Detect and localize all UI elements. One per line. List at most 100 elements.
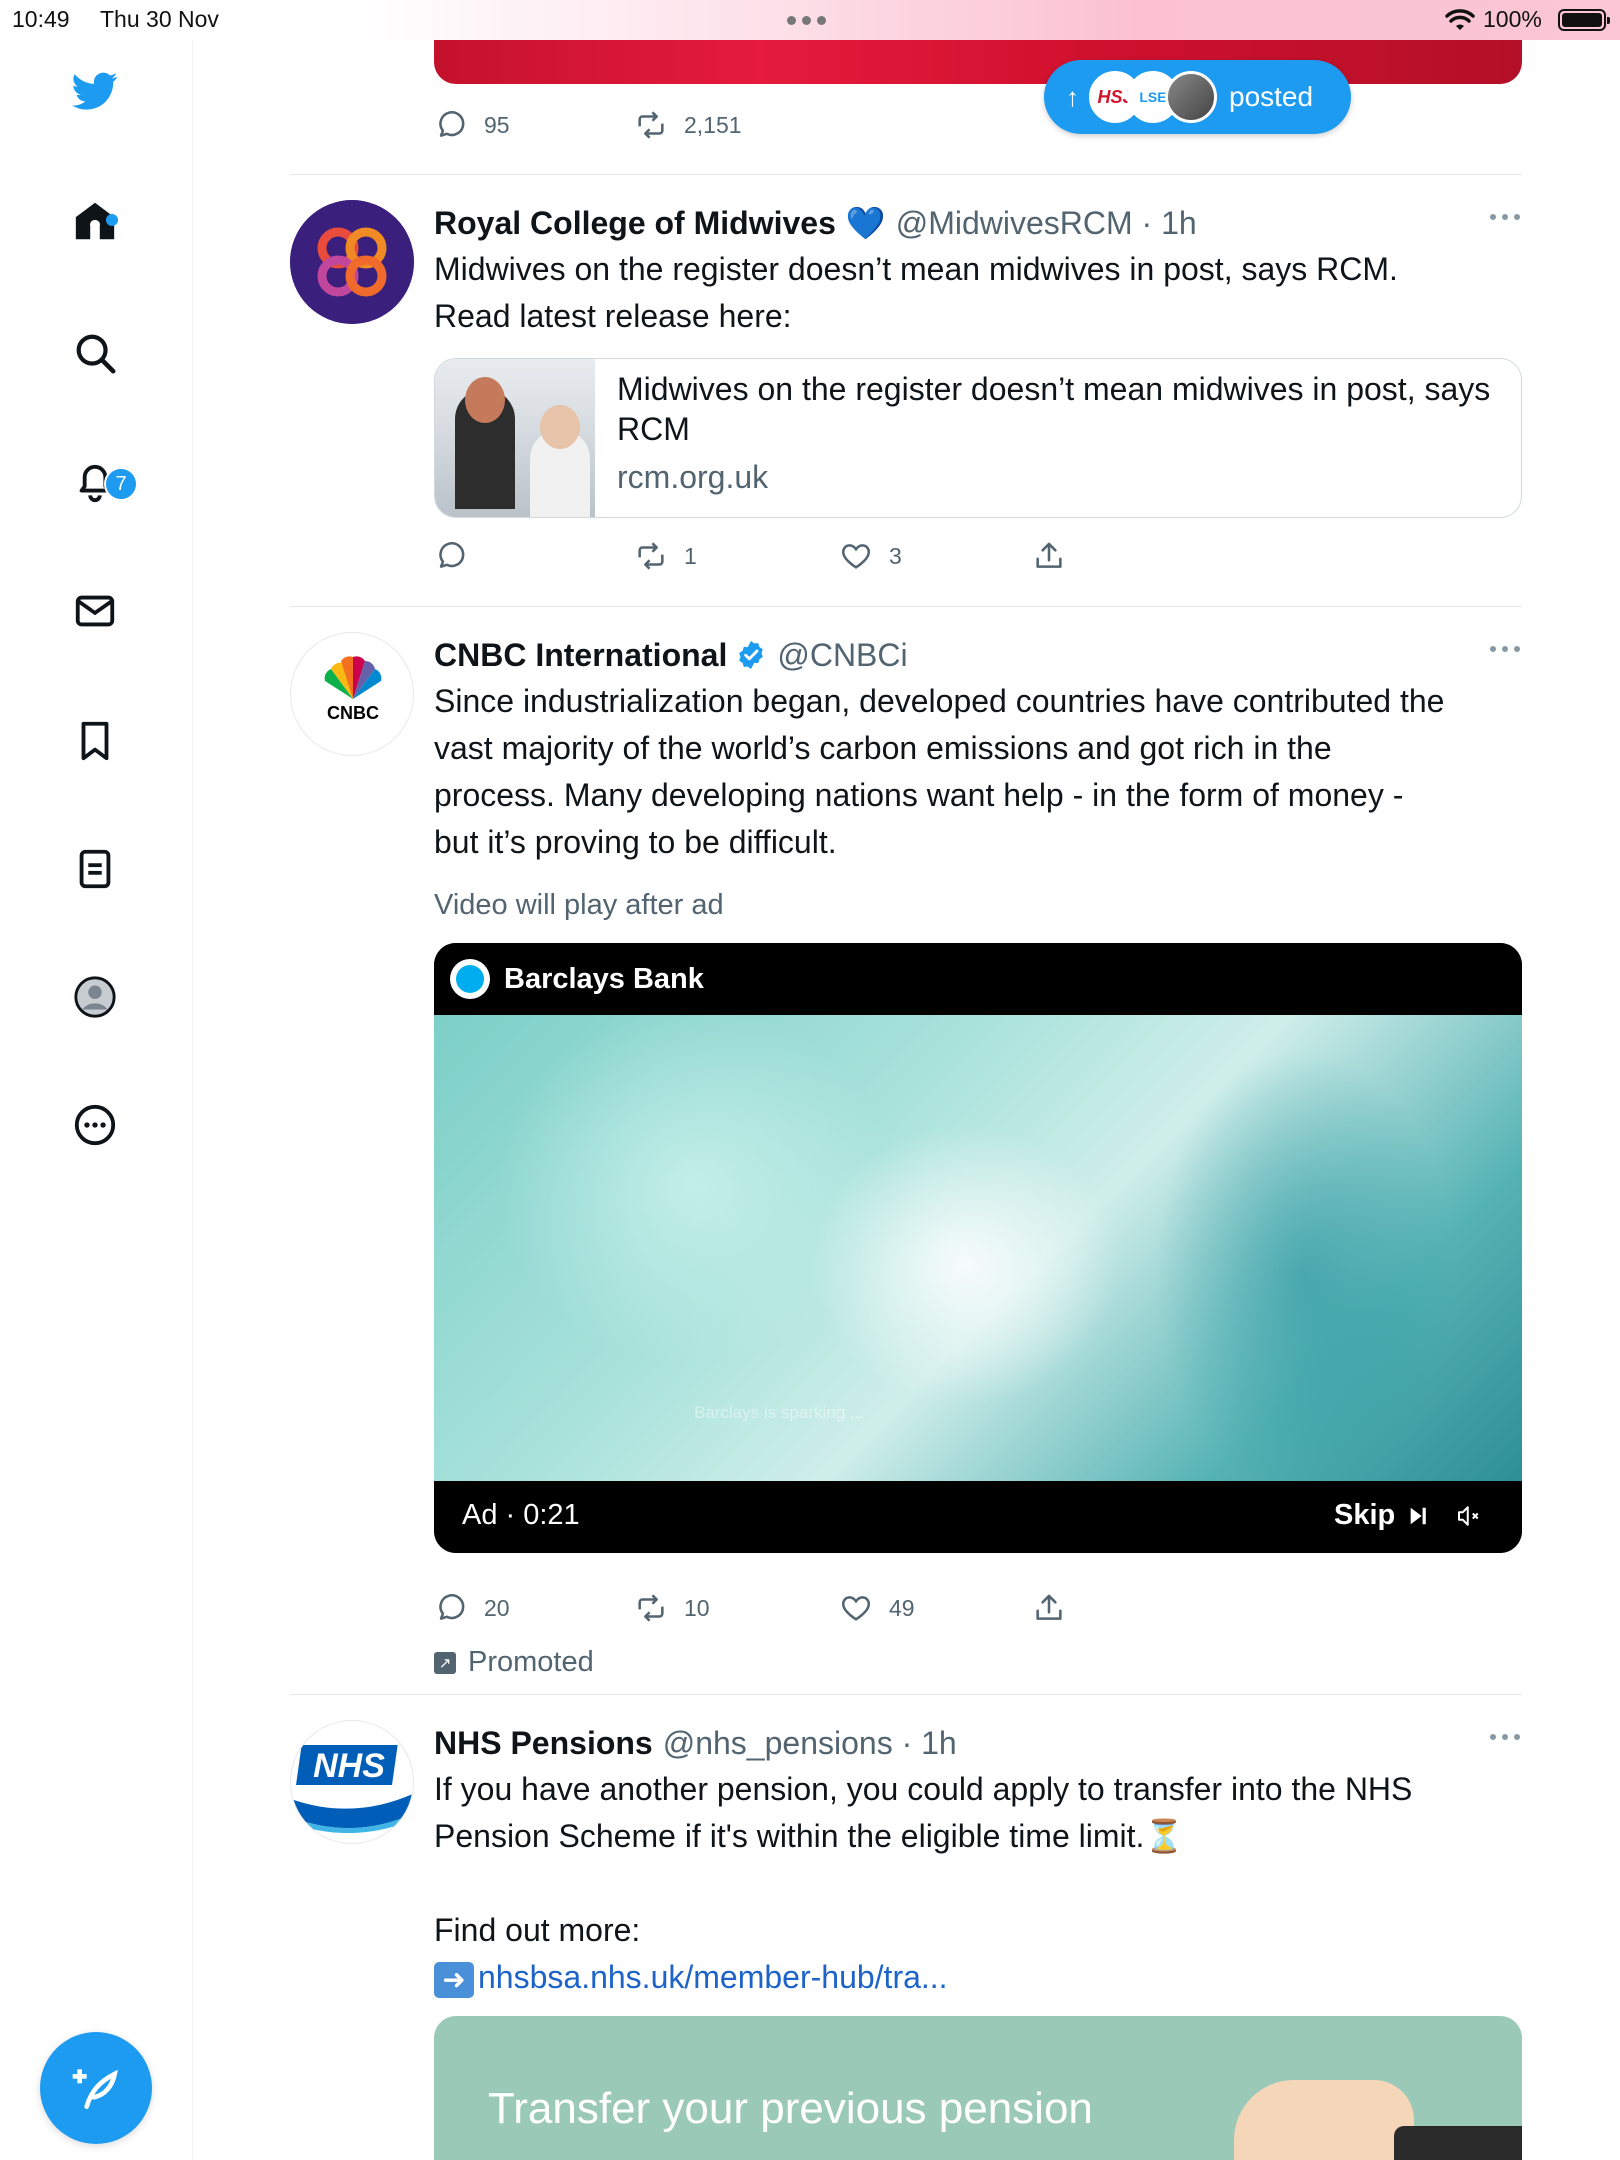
author-name[interactable]: CNBC International (434, 637, 727, 674)
video-frame[interactable]: Barclays is sparking ... (434, 1015, 1522, 1481)
tweet-link[interactable]: nhsbsa.nhs.uk/member-hub/tra... (478, 1959, 948, 1995)
verified-badge-icon (739, 641, 764, 669)
tweet-text: Since industrialization began, developed… (434, 678, 1522, 866)
retweet-icon (638, 1594, 664, 1622)
tweet-text-line: Pension Scheme if it's within the eligib… (434, 1818, 1185, 1854)
promoted-text: Promoted (468, 1646, 594, 1678)
reply-button[interactable]: 95 (434, 105, 510, 145)
reply-icon (439, 542, 465, 568)
tweet-image-banner[interactable]: Transfer your previous pension (434, 2016, 1522, 2160)
skip-ad-button[interactable]: Skip (1334, 1499, 1429, 1532)
tweet-rcm[interactable]: Royal College of Midwives 💙 @MidwivesRCM… (290, 200, 1522, 600)
svg-text:CNBC: CNBC (327, 703, 379, 723)
retweet-button[interactable]: 2,151 (634, 105, 742, 145)
reply-icon (439, 1594, 465, 1620)
share-icon (1036, 542, 1062, 568)
share-button[interactable] (1032, 1588, 1066, 1628)
new-posts-pill[interactable]: ↑ HSJ LSE posted (1044, 60, 1351, 134)
retweet-button[interactable]: 1 (634, 536, 697, 576)
tweet-text-line: Since industrialization began, developed… (434, 683, 1445, 719)
share-button[interactable] (1032, 536, 1066, 576)
retweet-icon (638, 111, 664, 139)
divider (290, 1694, 1522, 1695)
skip-label: Skip (1334, 1499, 1396, 1531)
rcm-logo-icon (290, 200, 414, 324)
tweet-text-line: Midwives on the register doesn’t mean mi… (434, 251, 1398, 287)
retweet-button[interactable]: 10 (634, 1588, 710, 1628)
video-advertiser-bar: Barclays Bank (434, 943, 1522, 1015)
reply-button[interactable] (434, 536, 484, 576)
more-options-icon[interactable] (1490, 646, 1520, 652)
reply-icon (439, 111, 465, 137)
promoted-label[interactable]: ↗ Promoted (434, 1646, 594, 1679)
reply-count: 95 (484, 111, 510, 138)
like-button[interactable]: 3 (839, 536, 902, 576)
more-options-icon[interactable] (1490, 214, 1520, 220)
video-player[interactable]: Barclays Bank Barclays is sparking ... A… (434, 943, 1522, 1553)
banner-text: Transfer your previous pension (488, 2084, 1093, 2133)
messages-envelope-icon[interactable] (70, 586, 120, 636)
video-note: Video will play after ad (434, 889, 724, 921)
tweet-text-line: If you have another pension, you could a… (434, 1771, 1413, 1807)
profile-avatar-icon[interactable] (70, 972, 120, 1022)
barclays-eagle-icon (450, 959, 490, 999)
advertiser-name[interactable]: Barclays Bank (504, 963, 704, 996)
author-handle[interactable]: @nhs_pensions · 1h (663, 1725, 957, 1762)
divider (290, 174, 1522, 175)
link-card[interactable]: Midwives on the register doesn’t mean mi… (434, 358, 1522, 518)
like-count: 49 (889, 1594, 915, 1621)
tweet-cnbc[interactable]: CNBC CNBC International @CNBCi Since ind… (290, 632, 1522, 1678)
tweet-text: If you have another pension, you could a… (434, 1766, 1522, 2001)
author-name[interactable]: NHS Pensions (434, 1725, 653, 1762)
share-icon (1036, 1594, 1062, 1620)
tweet-header: NHS Pensions @nhs_pensions · 1h (434, 1720, 957, 1766)
like-count: 3 (889, 542, 902, 569)
notifications-badge: 7 (104, 467, 138, 501)
lists-icon[interactable] (70, 844, 120, 894)
search-icon[interactable] (70, 328, 120, 378)
tweet-actions: 1 3 (434, 536, 1522, 576)
author-handle[interactable]: @CNBCi (777, 637, 907, 674)
sidebar-nav: 7 (0, 40, 193, 2160)
retweet-count: 1 (684, 542, 697, 569)
compose-tweet-button[interactable] (40, 2032, 152, 2144)
tweet-text: Midwives on the register doesn’t mean mi… (434, 246, 1522, 340)
author-name[interactable]: Royal College of Midwives (434, 205, 836, 242)
more-options-icon[interactable] (1490, 1734, 1520, 1740)
arrow-up-icon: ↑ (1066, 81, 1079, 112)
tweet-text-line: vast majority of the world’s carbon emis… (434, 730, 1332, 766)
reply-button[interactable]: 20 (434, 1588, 510, 1628)
previous-tweet-media[interactable] (434, 40, 1522, 84)
retweet-count: 10 (684, 1594, 710, 1621)
divider (290, 606, 1522, 607)
svg-text:NHS: NHS (313, 1747, 385, 1785)
twitter-logo-icon[interactable] (70, 66, 120, 116)
retweet-icon (638, 542, 664, 570)
tweet-text-line: process. Many developing nations want he… (434, 777, 1404, 813)
link-card-domain: rcm.org.uk (617, 459, 769, 495)
timeline-feed: 95 2,151 ↑ HSJ LSE posted Royal College … (290, 0, 1522, 2160)
video-controls: Ad · 0:21 Skip (434, 1481, 1522, 1553)
avatar-nhs-pensions[interactable]: NHS (290, 1720, 414, 1844)
bookmark-icon[interactable] (70, 716, 120, 766)
avatar-cnbc[interactable]: CNBC (290, 632, 414, 756)
nhs-logo-icon: NHS (291, 1745, 413, 1833)
tweet-text-line: Find out more: (434, 1912, 641, 1948)
avatar-person (1165, 71, 1217, 123)
new-posts-label: posted (1229, 81, 1314, 112)
author-handle[interactable]: @MidwivesRCM · 1h (896, 205, 1197, 242)
tweet-header: Royal College of Midwives 💙 @MidwivesRCM… (434, 200, 1197, 246)
promoted-icon: ↗ (434, 1651, 456, 1674)
avatar-rcm[interactable] (290, 200, 414, 324)
tweet-nhs-pensions[interactable]: NHS NHS Pensions @nhs_pensions · 1h If y… (290, 1720, 1522, 2160)
ad-timer: Ad · 0:21 (462, 1499, 580, 1531)
heart-icon (841, 1596, 871, 1621)
tweet-text-line: Read latest release here: (434, 298, 792, 334)
like-button[interactable]: 49 (839, 1588, 915, 1628)
mute-speaker-icon[interactable] (1454, 1501, 1484, 1531)
heart-icon (841, 544, 871, 569)
battery-icon (1558, 9, 1610, 31)
more-circle-icon[interactable] (70, 1100, 120, 1150)
right-arrow-emoji-icon: ➜ (434, 1961, 474, 1998)
compose-feather-icon (72, 2069, 118, 2109)
